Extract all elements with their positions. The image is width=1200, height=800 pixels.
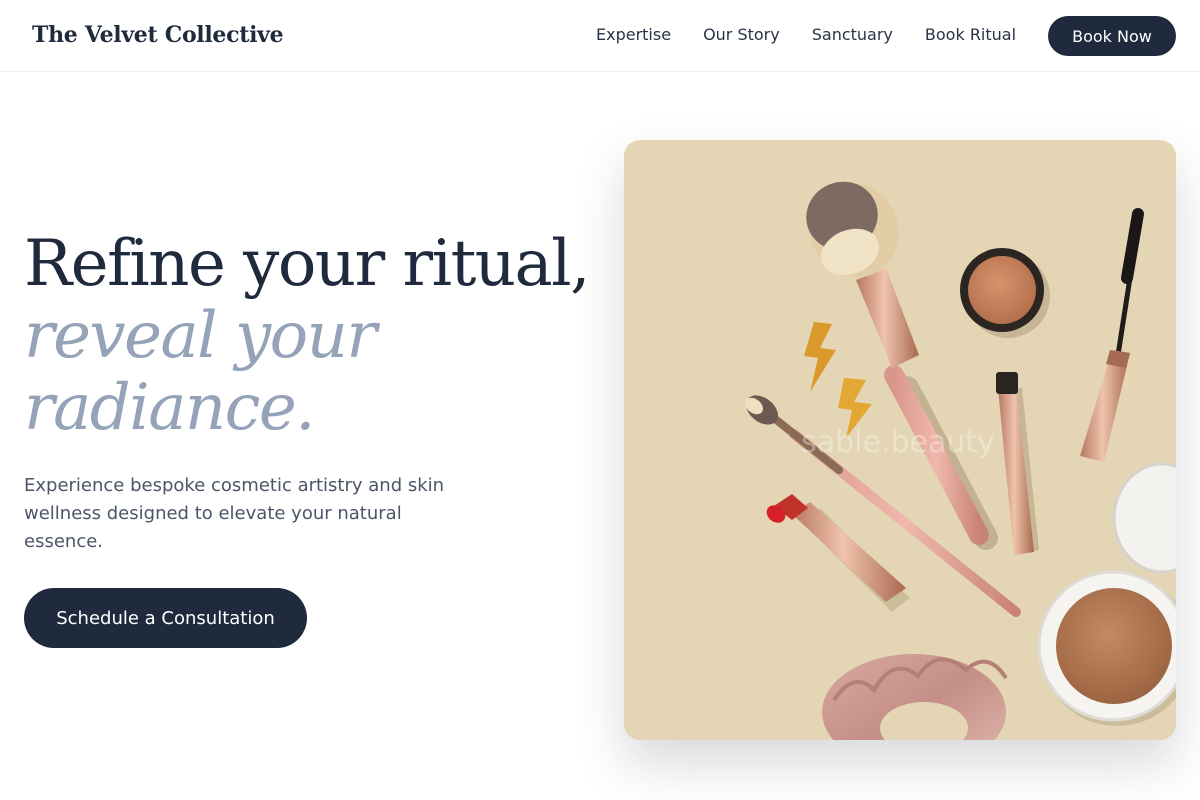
nav-link-our-story[interactable]: Our Story (703, 25, 780, 44)
mascara (1080, 208, 1144, 462)
nav-link-sanctuary[interactable]: Sanctuary (812, 25, 893, 44)
hero-title: Refine your ritual, reveal your radiance… (24, 228, 604, 444)
hero-product-image: sable.beauty (624, 140, 1176, 740)
nav-link-book-ritual[interactable]: Book Ritual (925, 25, 1016, 44)
brand-logo[interactable]: The Velvet Collective (32, 22, 284, 48)
compact-powder (1037, 462, 1176, 726)
main-nav: Expertise Our Story Sanctuary Book Ritua… (596, 25, 1016, 44)
hero-subtitle: Experience bespoke cosmetic artistry and… (24, 475, 445, 552)
schedule-consultation-button[interactable]: Schedule a Consultation (24, 588, 307, 648)
hero-title-line2: reveal your radiance. (24, 299, 377, 445)
image-watermark: sable.beauty (801, 425, 995, 460)
nav-link-expertise[interactable]: Expertise (596, 25, 671, 44)
lightning-earrings (804, 322, 872, 438)
cosmetics-flatlay-illustration: sable.beauty (745, 181, 1176, 740)
concealer-tube (996, 372, 1039, 555)
top-navbar: The Velvet Collective Expertise Our Stor… (0, 0, 1200, 72)
book-now-button[interactable]: Book Now (1048, 16, 1176, 56)
blush-pot (960, 248, 1050, 338)
hero-title-line1: Refine your ritual, (24, 227, 590, 301)
velvet-scrunchie (822, 654, 1008, 740)
